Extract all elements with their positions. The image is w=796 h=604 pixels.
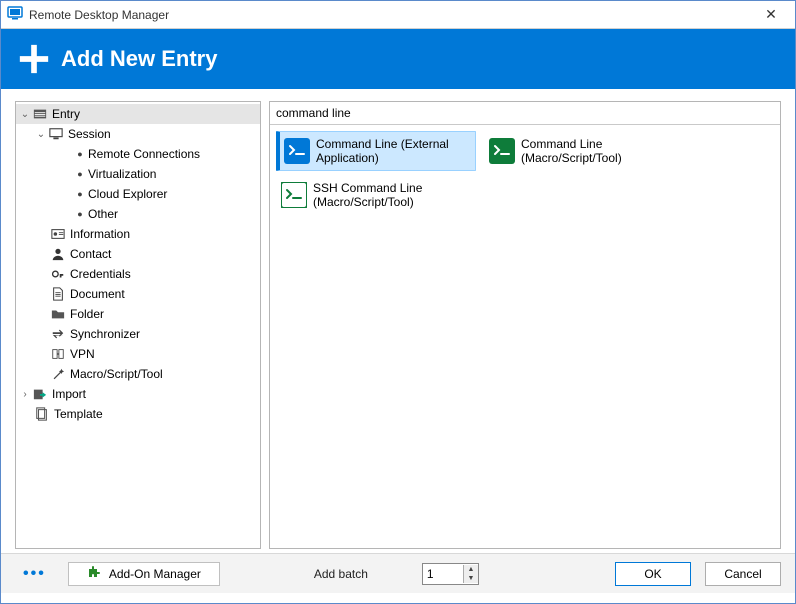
- result-label: Command Line (External: [316, 137, 449, 151]
- category-tree[interactable]: ⌄ Entry ⌄ Session ●Remote Connections ●V…: [15, 101, 261, 549]
- chevron-down-icon[interactable]: ⌄: [18, 109, 32, 120]
- tree-item-document[interactable]: Document: [16, 284, 260, 304]
- tree-item-cloud-explorer[interactable]: ●Cloud Explorer: [16, 184, 260, 204]
- footer-bar: ••• Add-On Manager Add batch ▲▼ OK Cance…: [1, 553, 795, 593]
- tree-label: Cloud Explorer: [88, 187, 167, 201]
- tree-label: Macro/Script/Tool: [70, 367, 163, 381]
- tree-label: Folder: [70, 307, 104, 321]
- addon-manager-button[interactable]: Add-On Manager: [68, 562, 220, 586]
- spin-down-icon[interactable]: ▼: [464, 574, 478, 583]
- bullet-icon: ●: [72, 150, 88, 159]
- tree-label: Document: [70, 287, 125, 301]
- wand-icon: [50, 366, 66, 382]
- bullet-icon: ●: [72, 170, 88, 179]
- import-icon: [32, 386, 48, 402]
- result-sublabel: (Macro/Script/Tool): [313, 195, 422, 209]
- folder-icon: [50, 306, 66, 322]
- tree-item-folder[interactable]: Folder: [16, 304, 260, 324]
- tree-item-credentials[interactable]: Credentials: [16, 264, 260, 284]
- tree-item-contact[interactable]: Contact: [16, 244, 260, 264]
- spin-up-icon[interactable]: ▲: [464, 565, 478, 574]
- ok-button[interactable]: OK: [615, 562, 691, 586]
- tree-label: Credentials: [70, 267, 131, 281]
- tree-label: Contact: [70, 247, 111, 261]
- tree-label: Template: [54, 407, 103, 421]
- chevron-down-icon[interactable]: ⌄: [34, 129, 48, 140]
- result-command-line-external[interactable]: Command Line (ExternalApplication): [276, 131, 476, 171]
- tree-item-other[interactable]: ●Other: [16, 204, 260, 224]
- sync-icon: [50, 326, 66, 342]
- tree-label: Other: [88, 207, 118, 221]
- close-icon[interactable]: ✕: [751, 6, 791, 23]
- chevron-right-icon[interactable]: ›: [18, 389, 32, 400]
- key-icon: [50, 266, 66, 282]
- person-icon: [50, 246, 66, 262]
- id-card-icon: [50, 226, 66, 242]
- tree-label: Synchronizer: [70, 327, 140, 341]
- tree-label: Import: [52, 387, 86, 401]
- terminal-icon: [284, 138, 310, 164]
- folder-lines-icon: [32, 106, 48, 122]
- tree-item-macro[interactable]: Macro/Script/Tool: [16, 364, 260, 384]
- title-bar: Remote Desktop Manager ✕: [1, 1, 795, 29]
- monitor-icon: [48, 126, 64, 142]
- tree-item-virtualization[interactable]: ●Virtualization: [16, 164, 260, 184]
- tree-label: Virtualization: [88, 167, 156, 181]
- bullet-icon: ●: [72, 210, 88, 219]
- batch-stepper[interactable]: ▲▼: [422, 563, 479, 585]
- tree-item-synchronizer[interactable]: Synchronizer: [16, 324, 260, 344]
- result-command-line-macro[interactable]: Command Line(Macro/Script/Tool): [484, 131, 684, 171]
- tree-item-vpn[interactable]: VPN: [16, 344, 260, 364]
- app-icon: [7, 5, 23, 24]
- search-box: [270, 102, 780, 125]
- template-icon: [34, 406, 50, 422]
- result-sublabel: Application): [316, 151, 449, 165]
- tree-item-template[interactable]: Template: [16, 404, 260, 424]
- window-title: Remote Desktop Manager: [29, 8, 751, 22]
- tree-item-remote-connections[interactable]: ●Remote Connections: [16, 144, 260, 164]
- result-ssh-command-line[interactable]: SSH Command Line(Macro/Script/Tool): [276, 175, 476, 215]
- addon-label: Add-On Manager: [109, 567, 201, 581]
- puzzle-icon: [87, 564, 103, 583]
- tree-item-import[interactable]: › Import: [16, 384, 260, 404]
- page-header: Add New Entry: [1, 29, 795, 89]
- bullet-icon: ●: [72, 190, 88, 199]
- tree-label: Entry: [52, 107, 80, 121]
- tree-item-entry[interactable]: ⌄ Entry: [16, 104, 260, 124]
- result-label: SSH Command Line: [313, 181, 422, 195]
- tree-label: Session: [68, 127, 111, 141]
- result-sublabel: (Macro/Script/Tool): [521, 151, 622, 165]
- terminal-icon: [489, 138, 515, 164]
- tree-item-session[interactable]: ⌄ Session: [16, 124, 260, 144]
- tree-label: Information: [70, 227, 130, 241]
- terminal-icon: [281, 182, 307, 208]
- add-batch-label: Add batch: [314, 567, 368, 581]
- results-panel: Command Line (ExternalApplication) Comma…: [269, 101, 781, 549]
- search-input[interactable]: [270, 102, 780, 124]
- content-area: ⌄ Entry ⌄ Session ●Remote Connections ●V…: [1, 89, 795, 549]
- tree-label: VPN: [70, 347, 95, 361]
- cancel-button[interactable]: Cancel: [705, 562, 781, 586]
- vpn-icon: [50, 346, 66, 362]
- tree-item-information[interactable]: Information: [16, 224, 260, 244]
- plus-icon: [17, 42, 51, 76]
- result-label: Command Line: [521, 137, 622, 151]
- tree-label: Remote Connections: [88, 147, 200, 161]
- document-icon: [50, 286, 66, 302]
- batch-input[interactable]: [423, 565, 463, 583]
- page-title: Add New Entry: [61, 46, 217, 72]
- results-list: Command Line (ExternalApplication) Comma…: [270, 125, 780, 548]
- more-button[interactable]: •••: [15, 563, 54, 585]
